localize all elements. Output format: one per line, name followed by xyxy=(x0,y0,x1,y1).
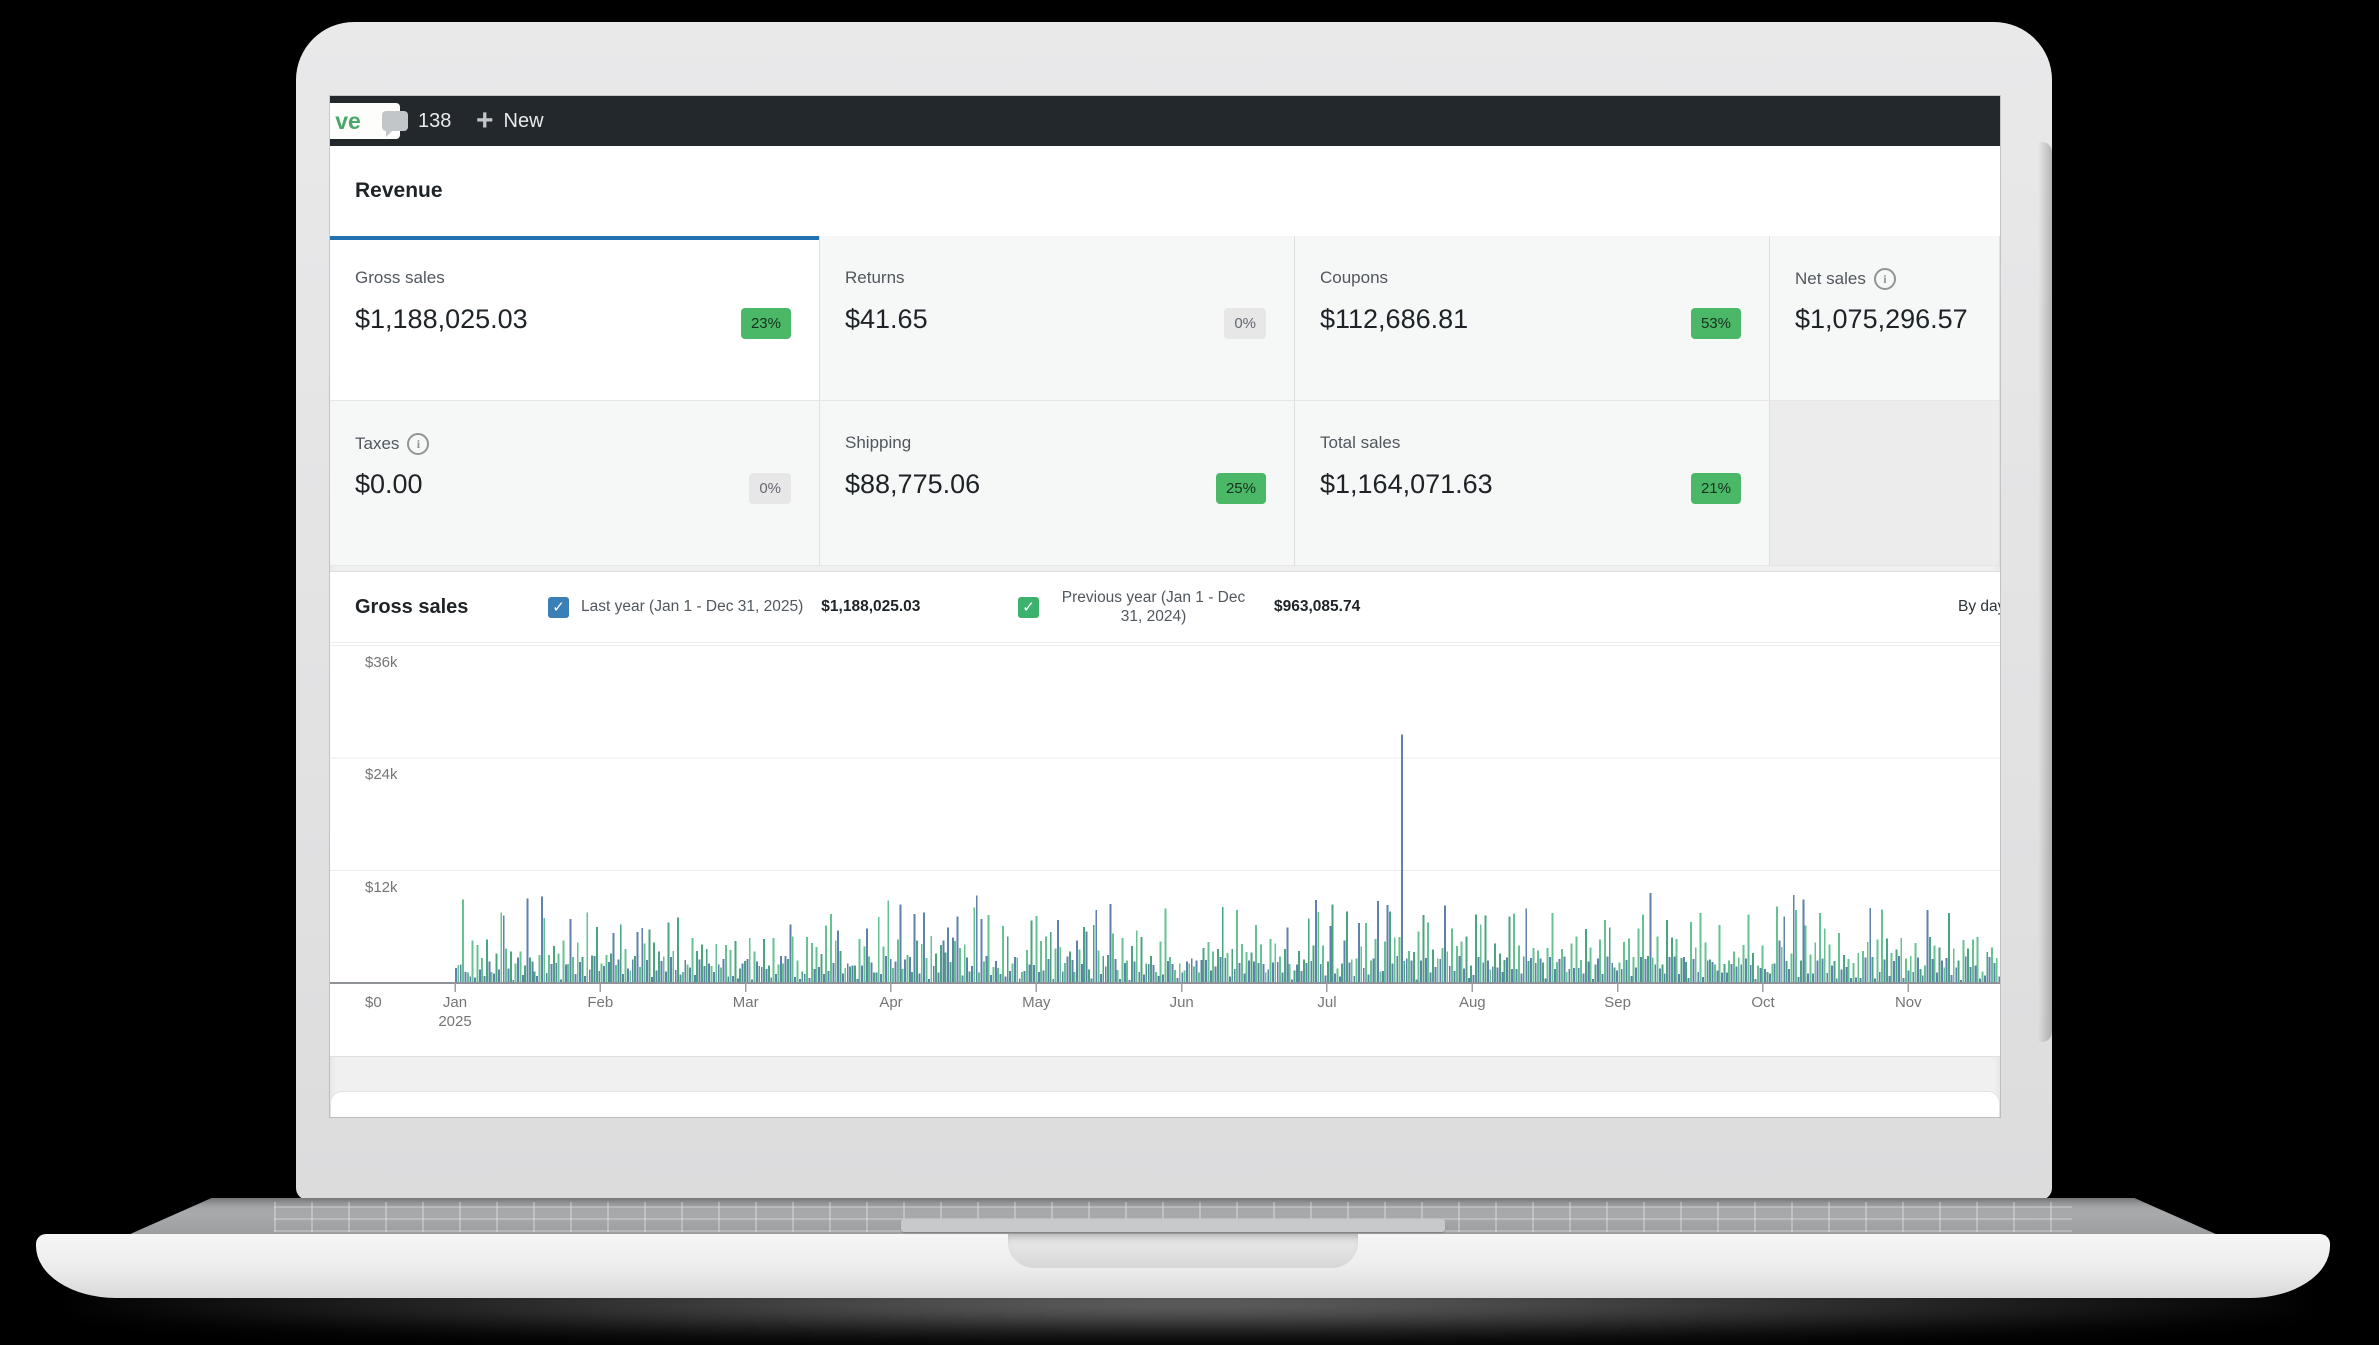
card-value: $112,686.81 xyxy=(1320,304,1468,335)
card-label: Net sales xyxy=(1795,269,1866,289)
y-tick-label: $24k xyxy=(365,766,398,783)
percent-badge: 23% xyxy=(741,308,791,339)
screen: ve 138 + New Revenue Gross sales xyxy=(330,96,2000,1117)
card-label: Gross sales xyxy=(355,268,445,288)
laptop-keyboard xyxy=(128,1198,2218,1235)
chart-title: Gross sales xyxy=(355,572,468,642)
legend-value: $1,188,025.03 xyxy=(821,598,920,616)
next-section-panel xyxy=(330,1091,2000,1117)
card-value: $1,075,296.57 xyxy=(1795,304,1968,335)
card-value: $1,188,025.03 xyxy=(355,304,528,335)
card-value: $88,775.06 xyxy=(845,469,980,500)
x-tick-label: Feb xyxy=(570,994,630,1011)
card-coupons[interactable]: Coupons $112,686.81 53% xyxy=(1295,236,1770,401)
x-tick-label: Nov xyxy=(1878,994,1938,1011)
info-icon[interactable]: i xyxy=(1874,268,1896,290)
page-title: Revenue xyxy=(355,146,443,236)
legend-value: $963,085.74 xyxy=(1274,598,1360,616)
chart-header: Gross sales ✓ Last year (Jan 1 - Dec 31,… xyxy=(330,572,2000,643)
card-total-sales[interactable]: Total sales $1,164,071.63 21% xyxy=(1295,401,1770,566)
admin-bar-new-button[interactable]: + New xyxy=(476,96,544,146)
laptop-mockup: ve 138 + New Revenue Gross sales xyxy=(0,0,2379,1345)
percent-badge: 25% xyxy=(1216,473,1266,504)
admin-bar: ve 138 + New xyxy=(330,96,2000,146)
x-tick-label: Apr xyxy=(861,994,921,1011)
x-tick-label: Oct xyxy=(1733,994,1793,1011)
plus-icon: + xyxy=(476,111,494,131)
card-taxes[interactable]: Taxes i $0.00 0% xyxy=(330,401,820,566)
comment-bubble-icon xyxy=(382,111,408,131)
card-shipping[interactable]: Shipping $88,775.06 25% xyxy=(820,401,1295,566)
y-tick-label: $12k xyxy=(365,879,398,896)
x-tick-label: Jul xyxy=(1297,994,1357,1011)
card-net-sales[interactable]: Net sales i $1,075,296.57 xyxy=(1770,236,2000,401)
new-label: New xyxy=(504,110,544,133)
card-gross-sales[interactable]: Gross sales $1,188,025.03 23% xyxy=(330,236,820,401)
y-tick-label: $36k xyxy=(365,654,398,671)
legend-label: Last year (Jan 1 - Dec 31, 2025) xyxy=(581,598,803,616)
x-axis-labels: $0 Jan2025 Feb Mar Apr May Jun Jul Aug Sep Oct Nov xyxy=(330,994,2000,1040)
legend-last-year[interactable]: ✓ Last year (Jan 1 - Dec 31, 2025) $1,18… xyxy=(548,572,920,642)
card-label: Shipping xyxy=(845,433,911,453)
x-tick-label: Mar xyxy=(716,994,776,1011)
card-empty xyxy=(1770,401,2000,566)
legend-previous-year[interactable]: ✓ Previous year (Jan 1 - Dec 31, 2024) $… xyxy=(1018,572,1360,642)
revenue-bar-chart[interactable] xyxy=(330,642,2000,994)
legend-label: Previous year (Jan 1 - Dec 31, 2024) xyxy=(1051,588,1256,627)
laptop-lid: ve 138 + New Revenue Gross sales xyxy=(296,22,2052,1200)
card-value: $1,164,071.63 xyxy=(1320,469,1493,500)
comment-count: 138 xyxy=(418,110,451,133)
card-returns[interactable]: Returns $41.65 0% xyxy=(820,236,1295,401)
percent-badge: 53% xyxy=(1691,308,1741,339)
y-tick-label: $0 xyxy=(365,994,382,1011)
ve-badge-label: ve xyxy=(335,108,361,135)
percent-badge: 0% xyxy=(1224,308,1266,339)
interval-select[interactable]: By day xyxy=(1958,572,2000,642)
page-header: Revenue xyxy=(330,146,2000,237)
card-value: $41.65 xyxy=(845,304,928,335)
admin-bar-comments[interactable]: 138 xyxy=(382,96,451,146)
revenue-chart-panel: Gross sales ✓ Last year (Jan 1 - Dec 31,… xyxy=(330,571,2000,1057)
info-icon[interactable]: i xyxy=(407,433,429,455)
percent-badge: 0% xyxy=(749,473,791,504)
checkbox-previous-year[interactable]: ✓ xyxy=(1018,597,1039,618)
x-tick-label: Jun xyxy=(1152,994,1212,1011)
x-tick-label: Aug xyxy=(1442,994,1502,1011)
base-notch xyxy=(1008,1234,1358,1268)
x-tick-label: Sep xyxy=(1588,994,1648,1011)
card-label: Coupons xyxy=(1320,268,1388,288)
card-label: Returns xyxy=(845,268,905,288)
card-label: Total sales xyxy=(1320,433,1400,453)
percent-badge: 21% xyxy=(1691,473,1741,504)
spacebar xyxy=(901,1219,1444,1232)
card-label: Taxes xyxy=(355,434,399,454)
card-value: $0.00 xyxy=(355,469,423,500)
laptop-base xyxy=(36,1234,2330,1298)
checkbox-last-year[interactable]: ✓ xyxy=(548,597,569,618)
summary-cards: Gross sales $1,188,025.03 23% Returns $4… xyxy=(330,236,2000,566)
x-tick-label: May xyxy=(1006,994,1066,1011)
x-tick-label: Jan2025 xyxy=(425,994,485,1028)
